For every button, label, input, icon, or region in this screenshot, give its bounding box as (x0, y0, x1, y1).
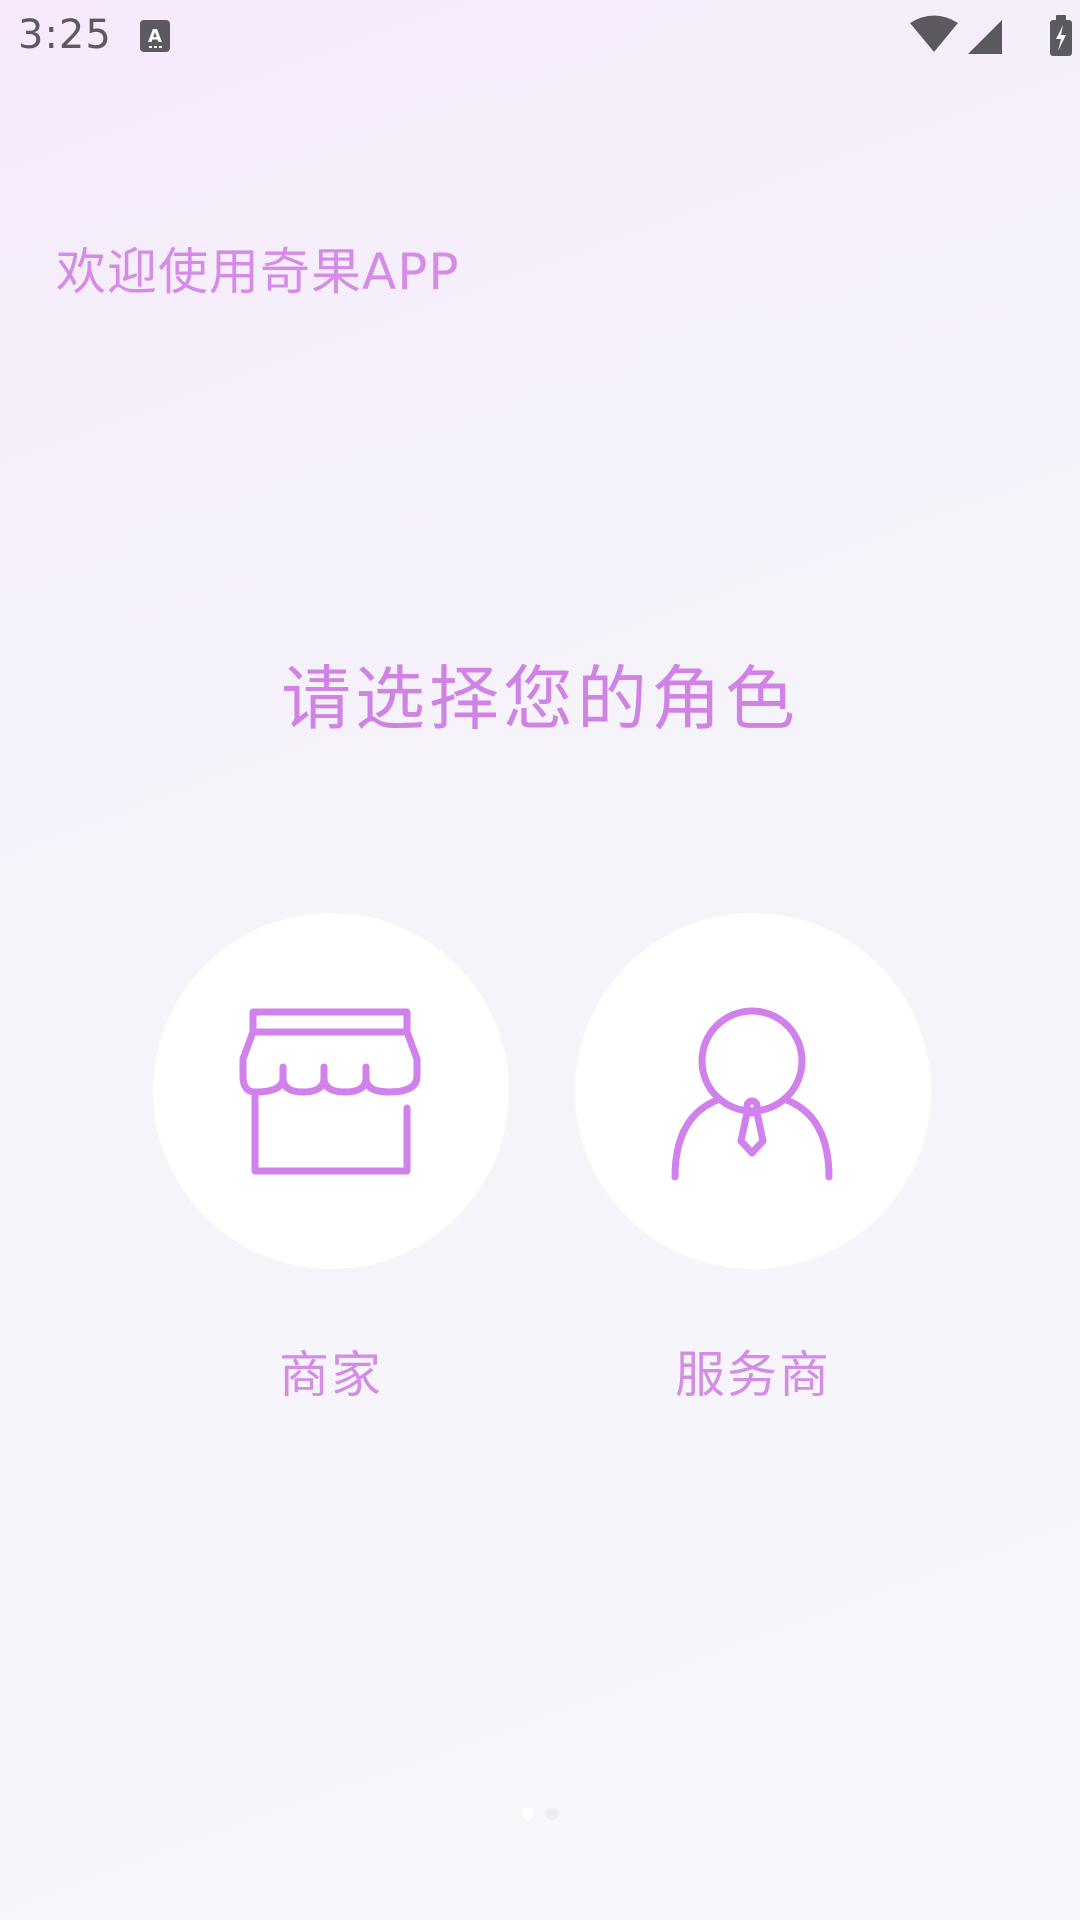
a-keyboard-icon: A (140, 20, 170, 52)
battery-charging-icon (1050, 15, 1072, 56)
storefront-icon (239, 1008, 421, 1175)
merchant-role-button[interactable] (153, 913, 509, 1269)
page-dot-active (522, 1808, 534, 1820)
welcome-text: 欢迎使用奇果APP (56, 243, 460, 301)
status-icons (910, 15, 1072, 56)
svg-text:A: A (148, 26, 162, 47)
status-bar: 3:25 A (0, 0, 1080, 72)
page-dot (546, 1808, 558, 1820)
wifi-icon (910, 15, 958, 52)
person-with-tie-icon (671, 1007, 833, 1181)
page-indicator (0, 1808, 1080, 1820)
service-provider-role-label[interactable]: 服务商 (575, 1335, 931, 1407)
status-time: 3:25 (18, 12, 112, 58)
merchant-role-label[interactable]: 商家 (153, 1335, 509, 1407)
cell-signal-icon (968, 20, 1002, 54)
service-provider-role-button[interactable] (575, 913, 931, 1269)
role-prompt: 请选择您的角色 (281, 658, 799, 740)
